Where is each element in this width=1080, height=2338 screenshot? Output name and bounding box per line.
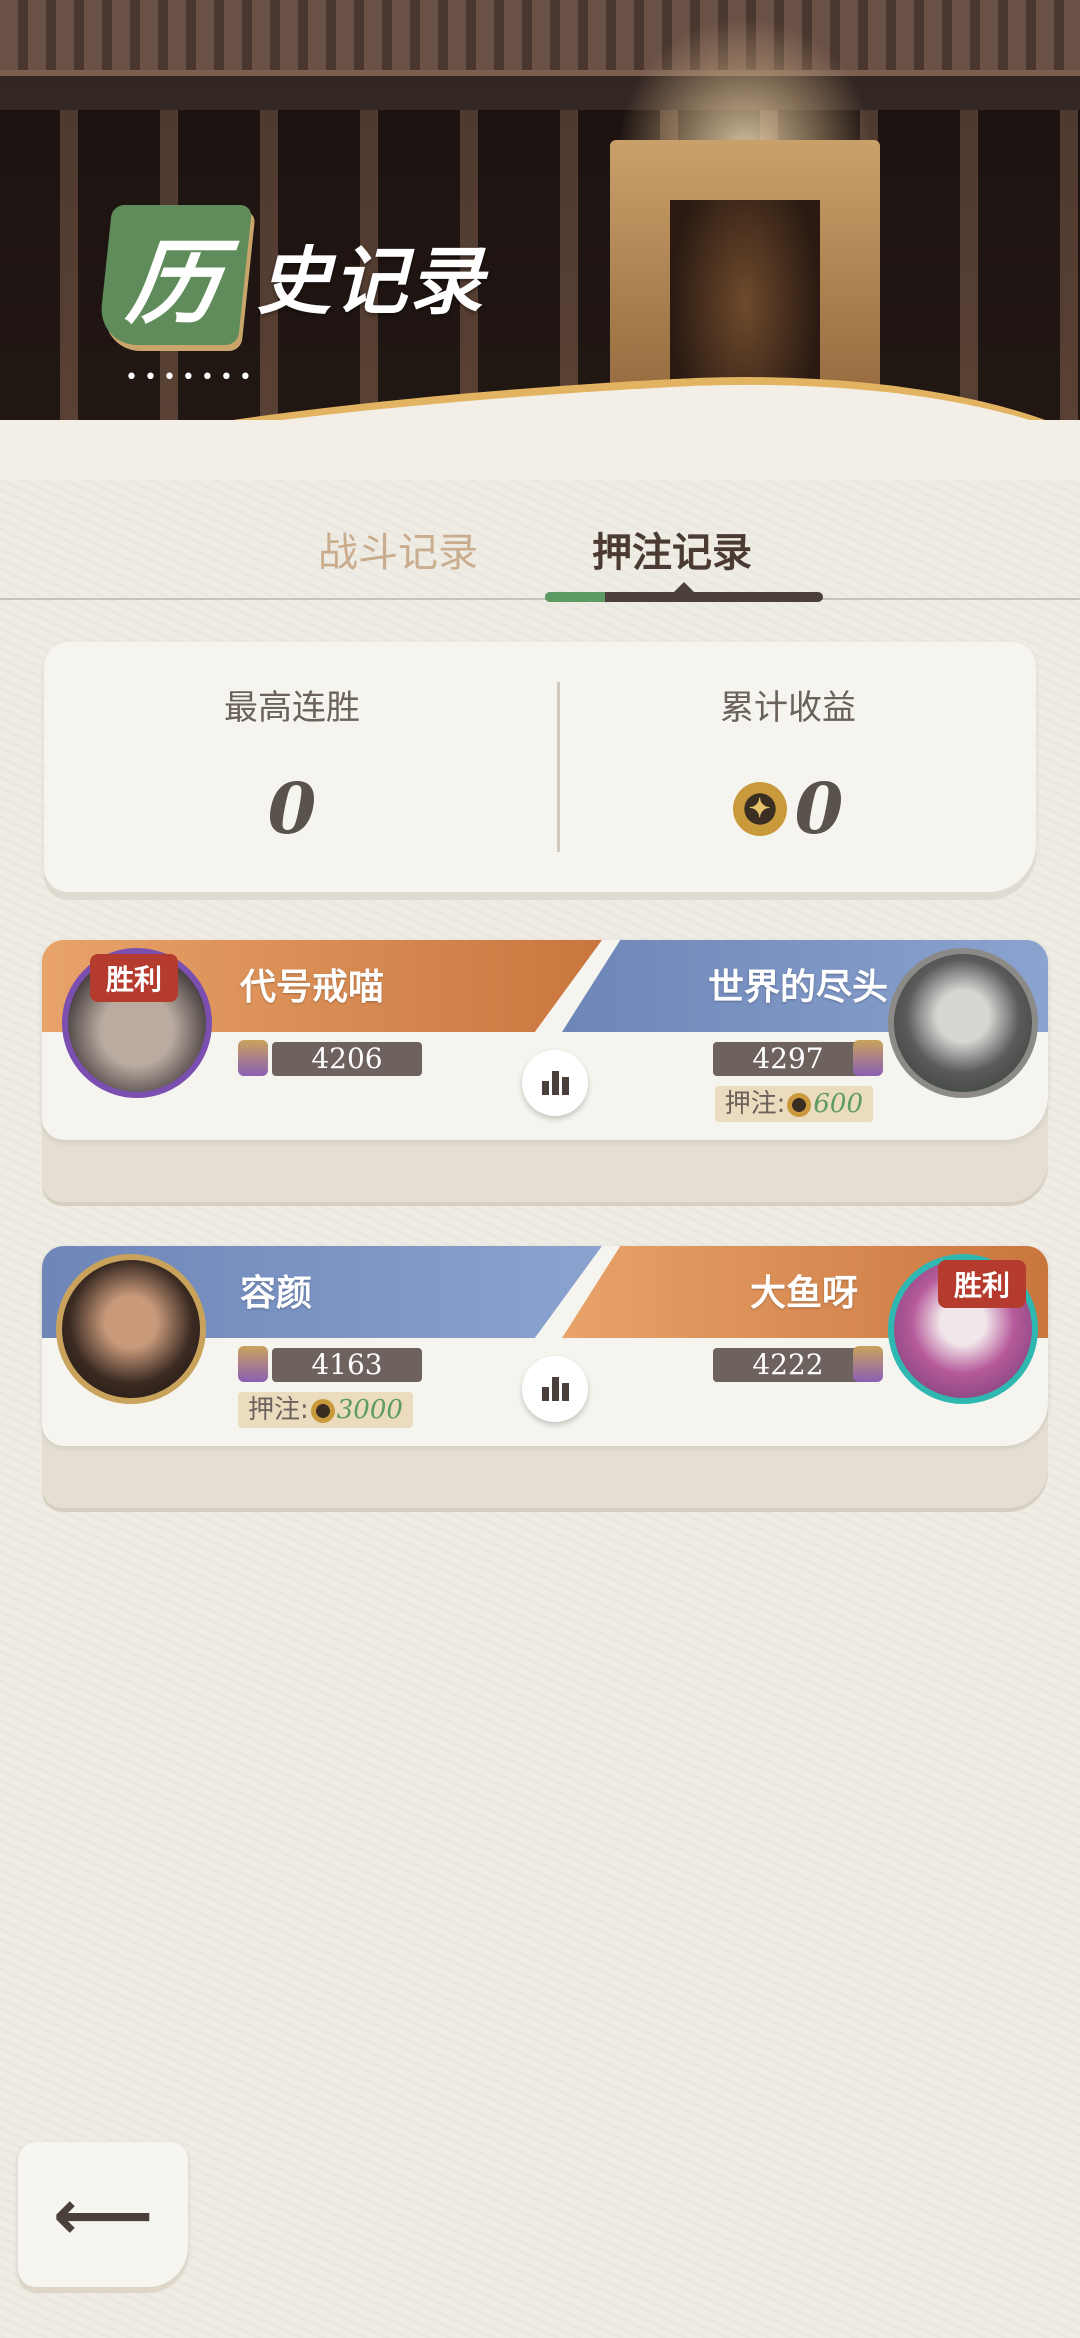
left-player-name: 代号戒喵 <box>240 967 385 1008</box>
rank-medal-icon <box>238 1346 268 1382</box>
max-streak-value: 0 <box>44 767 540 850</box>
title-dots: ••••••• <box>125 365 258 390</box>
right-player-name: 世界的尽头 <box>707 967 888 1008</box>
bar-chart-icon <box>541 1071 569 1095</box>
bet-label: 押注: <box>248 1395 309 1425</box>
page-title: 历 史记录 <box>97 205 485 345</box>
left-score: 4206 <box>272 1042 422 1076</box>
rank-medal-icon <box>853 1040 883 1076</box>
bet-label: 押注: <box>724 1089 786 1119</box>
right-player-name: 大鱼呀 <box>749 1273 858 1314</box>
card-body: 代号戒喵 世界的尽头 胜利 4206 4297 押注: 600 <box>42 940 1048 1140</box>
card-body: 容颜 大鱼呀 胜利 4163 4222 押注: 3000 <box>42 1246 1048 1446</box>
title-text: 史记录 <box>257 238 485 325</box>
tab-battle-records[interactable]: 战斗记录 <box>318 520 478 578</box>
back-button[interactable]: ⟵ <box>18 2142 188 2287</box>
coin-icon <box>787 1092 812 1117</box>
stats-panel: 最高连胜 0 累计收益 ✦ 0 <box>44 642 1036 892</box>
total-income-number: 0 <box>794 767 844 850</box>
right-score: 4222 <box>713 1348 863 1382</box>
match-stats-button[interactable] <box>522 1050 588 1116</box>
sunburst-decoration <box>620 20 870 150</box>
match-card[interactable]: 代号戒喵 世界的尽头 胜利 4206 4297 押注: 600 <box>42 940 1048 1202</box>
total-income-stat: 累计收益 ✦ 0 <box>540 680 1036 850</box>
left-score: 4163 <box>272 1348 422 1382</box>
architecture-decoration <box>0 0 1080 76</box>
total-income-value: ✦ 0 <box>540 767 1036 850</box>
tab-caret-icon <box>674 582 694 592</box>
header-base <box>0 420 1080 480</box>
tab-divider <box>0 598 1080 600</box>
win-badge: 胜利 <box>90 954 179 1002</box>
bet-amount: 3000 <box>336 1395 403 1425</box>
max-streak-label: 最高连胜 <box>224 688 360 728</box>
tab-active-indicator <box>545 592 823 602</box>
title-badge: 历 <box>97 205 253 345</box>
match-card[interactable]: 容颜 大鱼呀 胜利 4163 4222 押注: 3000 <box>42 1246 1048 1508</box>
coin-icon <box>310 1398 335 1423</box>
max-streak-stat: 最高连胜 0 <box>44 680 540 850</box>
coin-icon: ✦ <box>732 781 787 836</box>
match-stats-button[interactable] <box>522 1356 588 1422</box>
title-first-char: 历 <box>122 229 226 337</box>
left-player-name: 容颜 <box>240 1273 313 1314</box>
rank-medal-icon <box>853 1346 883 1382</box>
header-banner: 历 史记录 ••••••• <box>0 0 1080 480</box>
total-income-label: 累计收益 <box>720 688 856 728</box>
rank-medal-icon <box>238 1040 268 1076</box>
bet-amount-tag: 押注: 3000 <box>238 1392 413 1428</box>
left-player-avatar[interactable] <box>56 1254 206 1404</box>
bet-amount: 600 <box>813 1089 863 1119</box>
back-arrow-icon: ⟵ <box>52 2173 154 2256</box>
right-player-avatar[interactable] <box>888 948 1038 1098</box>
right-score: 4297 <box>713 1042 863 1076</box>
tab-bar: 战斗记录 押注记录 <box>0 490 1080 605</box>
bet-amount-tag: 押注: 600 <box>714 1086 873 1122</box>
bar-chart-icon <box>541 1377 569 1401</box>
win-badge: 胜利 <box>937 1260 1026 1308</box>
tab-bet-records[interactable]: 押注记录 <box>592 520 752 578</box>
max-streak-number: 0 <box>267 767 317 850</box>
